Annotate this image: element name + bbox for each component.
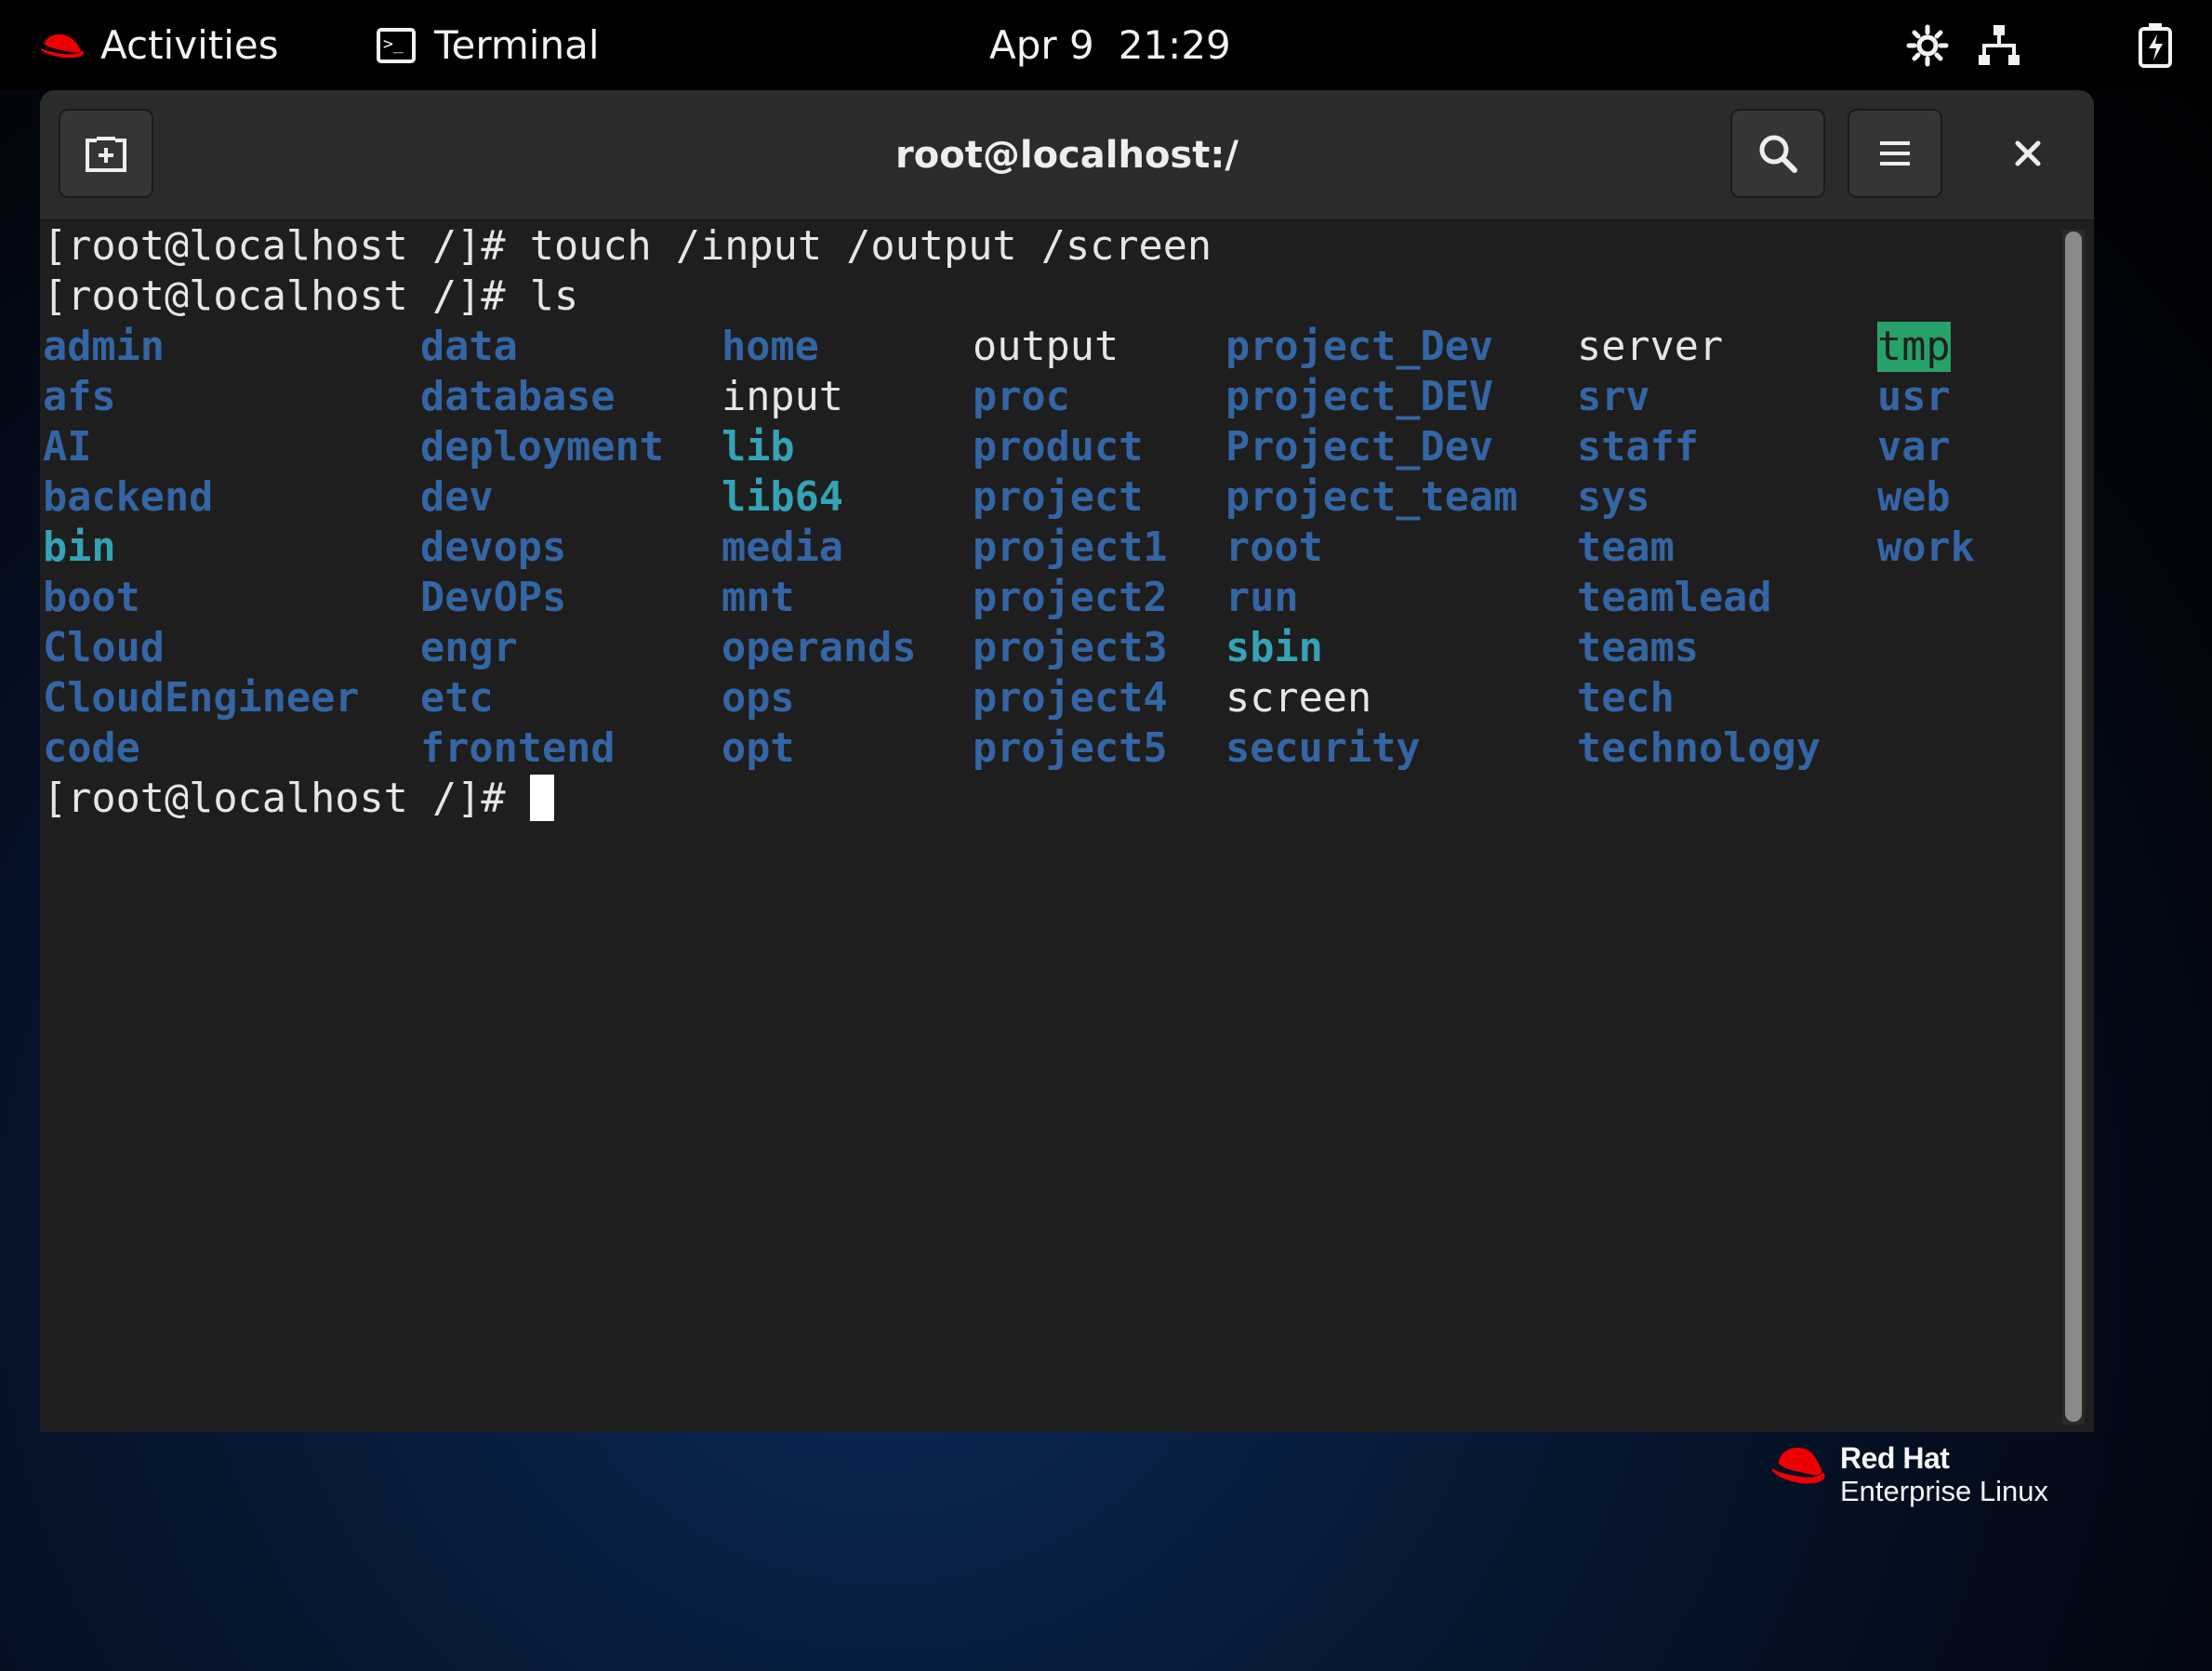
ls-entry-dir: data [420,324,518,370]
network-icon [1979,24,2020,65]
ls-entry-dir: project5 [973,725,1168,772]
clock-time: 21:29 [1118,22,1231,68]
ls-entry-link: lib64 [722,474,843,521]
redhat-product-text: Enterprise Linux [1840,1475,2049,1507]
main-menu-button[interactable] [1848,109,1942,198]
ls-entry-dir: web [1877,474,1951,521]
ls-entry-dir: boot [43,575,140,621]
ls-entry-dir: usr [1877,374,1951,420]
ls-entry-file: server [1577,324,1724,370]
ls-entry-link: sbin [1225,625,1323,671]
ls-entry-dir: home [722,324,819,370]
ls-entry-dir: staff [1577,424,1699,471]
ls-entry-dir: project1 [973,524,1168,571]
terminal-line: [root@localhost /]# touch /input /output… [43,223,1212,270]
ls-entry-dir: etc [420,675,494,722]
ls-entry-dir: deployment [420,424,664,471]
prompt-text: [root@localhost /]# [43,776,530,822]
close-icon [2015,140,2041,166]
ls-entry-dir: work [1877,524,1975,571]
ls-entry-dir: project2 [973,575,1168,621]
redhat-logo: Red Hat Enterprise Linux [1769,1441,2048,1508]
ls-entry-dir: backend [43,474,214,521]
ls-entry-dir: media [722,524,843,571]
ls-entry-dir: devops [420,524,567,571]
ls-entry-dir: DevOPs [420,575,567,621]
ls-entry-dir: team [1577,524,1675,571]
terminal-app-icon: >_ [377,27,416,63]
ls-entry-dir: code [43,725,140,772]
text-cursor [529,775,554,821]
desktop-background: Activities >_ Terminal Apr 9 21:29 root@… [0,0,2212,1671]
ls-entry-dir: project_DEV [1225,374,1494,420]
ls-entry-dir: var [1877,424,1951,471]
ls-entry-dir: operands [722,625,917,671]
redhat-hat-icon [1772,1447,1825,1484]
ls-entry-sticky: tmp [1877,322,1951,372]
ls-entry-dir: proc [973,374,1070,420]
activities-button[interactable]: Activities [39,0,279,90]
ls-entry-dir: product [973,424,1144,471]
ls-entry-dir: admin [43,324,165,370]
ls-entry-link: bin [43,524,116,571]
ls-entry-dir: project3 [973,625,1168,671]
redhat-brand-text: Red Hat [1840,1441,1950,1475]
ls-entry-dir: root [1225,524,1323,571]
ls-entry-dir: Project_Dev [1225,424,1494,471]
activities-label: Activities [100,22,279,68]
search-icon [1759,135,1797,173]
new-tab-button[interactable] [59,109,153,198]
redhat-hat-icon [41,33,84,58]
prompt-line[interactable]: [root@localhost /]# [43,774,554,824]
ls-entry-dir: database [420,374,616,420]
ls-entry-dir: security [1225,725,1421,772]
ls-entry-file: input [722,374,843,420]
battery-indicator[interactable] [2137,0,2174,90]
ls-entry-dir: teamlead [1577,575,1772,621]
terminal-output[interactable]: [root@localhost /]# touch /input /output… [40,221,2058,1432]
ls-entry-dir: AI [43,424,92,471]
ls-entry-dir: tech [1577,675,1675,722]
header-bar[interactable]: root@localhost:/ [40,90,2094,221]
ls-entry-dir: run [1225,575,1299,621]
new-tab-icon [86,135,126,172]
system-status-area[interactable] [1906,0,2049,90]
clock-date: Apr 9 [989,22,1094,68]
ls-entry-dir: CloudEngineer [43,675,360,722]
ls-entry-dir: srv [1577,374,1650,420]
accessibility-icon [1906,24,1949,66]
top-bar: Activities >_ Terminal Apr 9 21:29 [0,0,2212,90]
terminal-window[interactable]: root@localhost:/ [root@localhost /]# tou… [40,90,2094,1432]
ls-entry-file: screen [1225,675,1372,722]
ls-entry-dir: ops [722,675,795,722]
ls-entry-dir: technology [1577,725,1821,772]
clock[interactable]: Apr 9 21:29 [989,0,1231,90]
ls-entry-dir: Cloud [43,625,165,671]
ls-entry-dir: teams [1577,625,1699,671]
ls-entry-dir: dev [420,474,494,521]
ls-entry-dir: project_team [1225,474,1518,521]
terminal-line: [root@localhost /]# ls [43,273,579,320]
ls-entry-dir: frontend [420,725,616,772]
ls-entry-dir: project4 [973,675,1168,722]
app-menu-terminal[interactable]: >_ Terminal [377,0,600,90]
search-button[interactable] [1730,109,1825,198]
scrollbar-thumb[interactable] [2065,232,2082,1422]
ls-entry-dir: project_Dev [1225,324,1494,370]
ls-entry-link: lib [722,424,795,471]
app-menu-label: Terminal [434,22,600,68]
ls-entry-dir: mnt [722,575,795,621]
ls-entry-dir: afs [43,374,116,420]
ls-entry-dir: opt [722,725,795,772]
ls-entry-dir: project [973,474,1144,521]
battery-charging-icon [2139,22,2172,68]
hamburger-menu-icon [1880,141,1910,166]
ls-entry-dir: sys [1577,474,1650,521]
ls-entry-dir: engr [420,625,518,671]
close-button[interactable] [1983,109,2073,198]
ls-entry-file: output [973,324,1119,370]
